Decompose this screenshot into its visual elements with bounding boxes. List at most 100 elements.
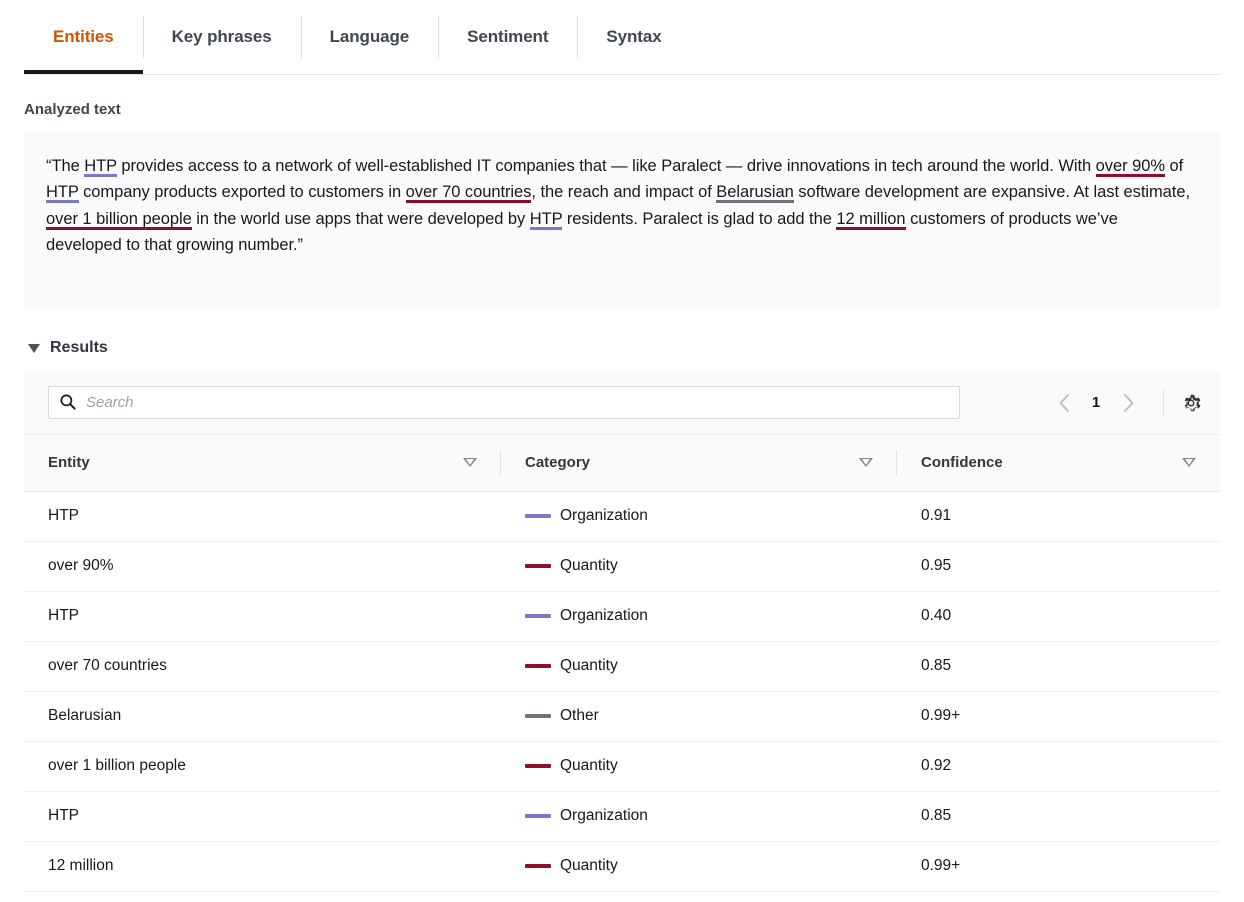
column-header-confidence-label: Confidence bbox=[921, 454, 1003, 472]
previous-page-button[interactable] bbox=[1047, 386, 1081, 420]
cell-entity: HTP bbox=[24, 591, 501, 642]
table-head: Entity Category Confidence bbox=[24, 435, 1220, 492]
analyzed-text-fragment: software development are expansive. At l… bbox=[793, 183, 1191, 202]
category-color-swatch bbox=[525, 614, 551, 618]
table-header-row: Entity Category Confidence bbox=[24, 435, 1220, 492]
cell-category: Quantity bbox=[501, 741, 897, 792]
table-row[interactable]: over 70 countries Quantity 0.85 bbox=[24, 641, 1220, 692]
category-color-swatch bbox=[525, 564, 551, 568]
results-collapse-caret-icon[interactable] bbox=[28, 343, 40, 353]
column-header-entity[interactable]: Entity bbox=[24, 435, 501, 492]
tab-entities[interactable]: Entities bbox=[24, 0, 143, 74]
column-header-category[interactable]: Category bbox=[501, 435, 897, 492]
results-header[interactable]: Results bbox=[28, 339, 1244, 357]
sort-entity-icon[interactable] bbox=[463, 458, 477, 468]
table-row[interactable]: Belarusian Other 0.99+ bbox=[24, 691, 1220, 742]
analyzed-text-panel: “The HTP provides access to a network of… bbox=[24, 132, 1220, 309]
comprehend-analysis-page: Entities Key phrases Language Sentiment Synt… bbox=[0, 0, 1244, 902]
analysis-tabs: Entities Key phrases Language Sentiment Synt… bbox=[0, 0, 1244, 75]
search-input[interactable] bbox=[48, 386, 960, 419]
toolbar-divider bbox=[1163, 389, 1164, 416]
table-row[interactable]: HTP Organization 0.85 bbox=[24, 791, 1220, 842]
cell-confidence: 0.85 bbox=[897, 641, 1220, 692]
cell-confidence: 0.95 bbox=[897, 541, 1220, 592]
category-label: Organization bbox=[560, 607, 648, 624]
next-page-button[interactable] bbox=[1111, 386, 1145, 420]
cell-category: Quantity bbox=[501, 841, 897, 892]
results-toolbar: 1 bbox=[24, 371, 1220, 435]
cell-entity: over 70 countries bbox=[24, 641, 501, 692]
search-field-wrapper bbox=[48, 386, 960, 419]
results-table-card: 1 Entity bbox=[24, 371, 1220, 892]
analyzed-text-fragment: , the reach and impact of bbox=[531, 183, 717, 202]
cell-confidence: 0.92 bbox=[897, 741, 1220, 792]
category-label: Organization bbox=[560, 507, 648, 524]
tab-language[interactable]: Language bbox=[300, 0, 439, 74]
results-title: Results bbox=[50, 339, 108, 356]
cell-category: Quantity bbox=[501, 641, 897, 692]
cell-entity: over 1 billion people bbox=[24, 741, 501, 792]
entities-results-table: Entity Category Confidence HTP Organizat… bbox=[24, 435, 1220, 892]
category-color-swatch bbox=[525, 864, 551, 868]
analyzed-text-content: “The HTP provides access to a network of… bbox=[46, 153, 1198, 258]
entity-mention-quantity[interactable]: 12 million bbox=[836, 210, 905, 230]
category-label: Organization bbox=[560, 807, 648, 824]
table-row[interactable]: 12 million Quantity 0.99+ bbox=[24, 841, 1220, 892]
entity-mention-other[interactable]: Belarusian bbox=[716, 183, 794, 203]
pagination-controls: 1 bbox=[1047, 386, 1202, 420]
entity-mention-quantity[interactable]: over 70 countries bbox=[406, 183, 532, 203]
cell-entity: HTP bbox=[24, 491, 501, 542]
current-page-number[interactable]: 1 bbox=[1083, 394, 1109, 411]
tab-sentiment[interactable]: Sentiment bbox=[438, 0, 577, 74]
table-body: HTP Organization 0.91 over 90% Quantity 0.95 H… bbox=[24, 491, 1220, 892]
category-color-swatch bbox=[525, 814, 551, 818]
entity-mention-organization[interactable]: HTP bbox=[46, 183, 79, 203]
tab-syntax[interactable]: Syntax bbox=[577, 0, 690, 74]
category-label: Quantity bbox=[560, 657, 618, 674]
tab-key-phrases[interactable]: Key phrases bbox=[142, 0, 301, 74]
cell-category: Organization bbox=[501, 591, 897, 642]
analyzed-text-fragment: company products exported to customers i… bbox=[78, 183, 406, 202]
entity-mention-quantity[interactable]: over 90% bbox=[1096, 157, 1165, 177]
category-label: Quantity bbox=[560, 757, 618, 774]
cell-category: Other bbox=[501, 691, 897, 742]
analyzed-text-fragment: in the world use apps that were develope… bbox=[191, 209, 530, 228]
gear-icon[interactable] bbox=[1180, 392, 1202, 414]
cell-confidence: 0.85 bbox=[897, 791, 1220, 842]
cell-confidence: 0.99+ bbox=[897, 841, 1220, 892]
sort-category-icon[interactable] bbox=[859, 458, 873, 468]
table-row[interactable]: over 1 billion people Quantity 0.92 bbox=[24, 741, 1220, 792]
analyzed-text-label: Analyzed text bbox=[24, 101, 121, 118]
category-label: Quantity bbox=[560, 557, 618, 574]
category-label: Other bbox=[560, 707, 599, 724]
analyzed-text-fragment: provides access to a network of well-est… bbox=[116, 157, 1096, 175]
cell-entity: Belarusian bbox=[24, 691, 501, 742]
category-label: Quantity bbox=[560, 857, 618, 874]
cell-entity: HTP bbox=[24, 791, 501, 842]
table-row[interactable]: HTP Organization 0.91 bbox=[24, 491, 1220, 542]
cell-confidence: 0.91 bbox=[897, 491, 1220, 542]
cell-entity: 12 million bbox=[24, 841, 501, 892]
analyzed-text-fragment: of bbox=[1164, 157, 1184, 175]
column-header-entity-label: Entity bbox=[48, 454, 90, 472]
cell-category: Organization bbox=[501, 791, 897, 842]
chevron-left-icon bbox=[1059, 393, 1069, 412]
column-header-confidence[interactable]: Confidence bbox=[897, 435, 1220, 492]
table-row[interactable]: over 90% Quantity 0.95 bbox=[24, 541, 1220, 592]
category-color-swatch bbox=[525, 664, 551, 668]
category-color-swatch bbox=[525, 764, 551, 768]
column-header-category-label: Category bbox=[525, 454, 591, 472]
cell-category: Organization bbox=[501, 491, 897, 542]
chevron-right-icon bbox=[1123, 393, 1133, 412]
category-color-swatch bbox=[525, 514, 551, 518]
sort-confidence-icon[interactable] bbox=[1182, 458, 1196, 468]
table-row[interactable]: HTP Organization 0.40 bbox=[24, 591, 1220, 642]
category-color-swatch bbox=[525, 714, 551, 718]
entity-mention-organization[interactable]: HTP bbox=[84, 157, 117, 177]
analyzed-text-fragment: “The bbox=[46, 157, 85, 175]
cell-category: Quantity bbox=[501, 541, 897, 592]
entity-mention-organization[interactable]: HTP bbox=[530, 210, 563, 230]
entity-mention-quantity[interactable]: over 1 billion people bbox=[46, 210, 192, 230]
cell-confidence: 0.40 bbox=[897, 591, 1220, 642]
cell-entity: over 90% bbox=[24, 541, 501, 592]
